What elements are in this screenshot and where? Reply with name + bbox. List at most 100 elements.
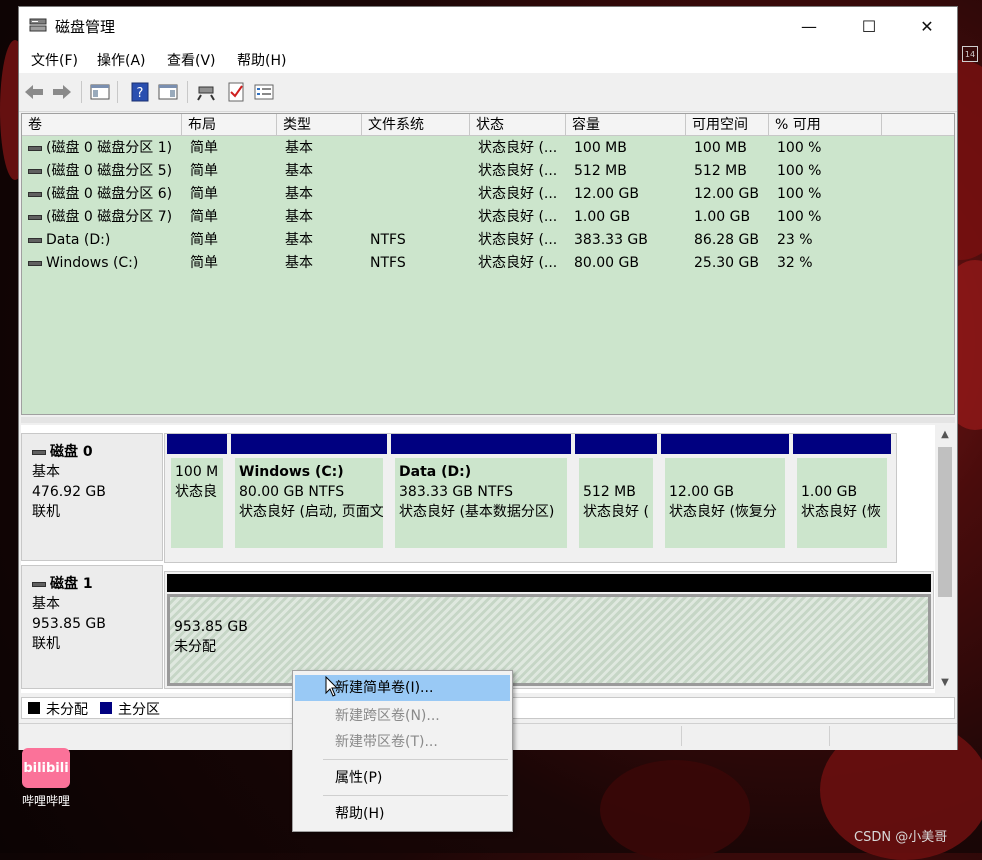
menu-help[interactable]: 帮助(H) (237, 50, 286, 70)
close-button[interactable]: ✕ (897, 7, 957, 45)
bilibili-app-label[interactable]: 哔哩哔哩 (22, 792, 70, 809)
unallocated-bar (167, 574, 931, 592)
cell-volume: Windows (C:) (28, 252, 180, 274)
volume-row[interactable]: (磁盘 0 磁盘分区 1) 简单 基本 状态良好 (... 100 MB 100… (22, 137, 952, 159)
scroll-up-icon[interactable]: ▲ (935, 425, 955, 445)
partition-block[interactable]: 12.00 GB 状态良好 (恢复分 (661, 434, 789, 562)
menu-view[interactable]: 查看(V) (167, 50, 216, 70)
cell-volume: (磁盘 0 磁盘分区 1) (28, 137, 180, 159)
unallocated-space[interactable]: 953.85 GB 未分配 (167, 594, 931, 686)
cell-percent-free: 100 % (777, 140, 822, 156)
window-title: 磁盘管理 (55, 18, 116, 36)
toolbar-separator (81, 81, 82, 103)
partition-body: Data (D:) 383.33 GB NTFS 状态良好 (基本数据分区) (395, 458, 567, 548)
drive-icon (28, 145, 42, 151)
maximize-button[interactable]: ☐ (839, 7, 899, 45)
disk-map: 磁盘 0 基本 476.92 GB 联机 100 M 状态良 Windows (… (21, 425, 935, 693)
primary-partition-bar (231, 434, 387, 454)
cell-layout: 简单 (190, 163, 218, 179)
column-type[interactable]: 类型 (277, 114, 362, 136)
menu-new-striped-volume[interactable]: 新建带区卷(T)... (295, 729, 510, 755)
csdn-watermark: CSDN @小美哥 (854, 830, 948, 845)
partition-block[interactable]: 100 M 状态良 (167, 434, 227, 562)
bilibili-app-icon[interactable]: bilibili (22, 748, 70, 788)
unallocated-swatch (28, 702, 40, 714)
forward-arrow-icon[interactable] (51, 81, 73, 103)
volume-row[interactable]: (磁盘 0 磁盘分区 7) 简单 基本 状态良好 (... 1.00 GB 1.… (22, 206, 952, 228)
volume-row[interactable]: (磁盘 0 磁盘分区 5) 简单 基本 状态良好 (... 512 MB 512… (22, 160, 952, 182)
column-free-space[interactable]: 可用空间 (686, 114, 769, 136)
cell-capacity: 512 MB (574, 163, 627, 179)
cell-status: 状态良好 (... (478, 140, 558, 156)
column-status[interactable]: 状态 (470, 114, 566, 136)
disk-1-partitions: 953.85 GB 未分配 (164, 571, 934, 689)
cell-layout: 简单 (190, 209, 218, 225)
partition-block[interactable]: 512 MB 状态良好 ( (575, 434, 657, 562)
close-icon: ✕ (920, 16, 934, 36)
cell-volume: (磁盘 0 磁盘分区 7) (28, 206, 180, 228)
title-bar[interactable]: 磁盘管理 — ☐ ✕ (19, 7, 957, 45)
cell-status: 状态良好 (... (478, 255, 558, 271)
menu-properties[interactable]: 属性(P) (295, 765, 510, 791)
menu-separator (323, 795, 508, 796)
disk-map-scrollbar[interactable]: ▲ ▼ (935, 425, 955, 693)
cell-capacity: 383.33 GB (574, 232, 648, 248)
partition-block[interactable]: Data (D:) 383.33 GB NTFS 状态良好 (基本数据分区) (391, 434, 571, 562)
primary-partition-bar (793, 434, 891, 454)
drive-icon (28, 168, 42, 174)
legend-unallocated-label: 未分配 (46, 702, 88, 718)
cell-capacity: 80.00 GB (574, 255, 639, 271)
action-pane-icon[interactable] (157, 81, 179, 103)
calendar-icon[interactable]: 14 (962, 46, 978, 62)
menu-file[interactable]: 文件(F) (31, 50, 78, 70)
drive-icon (28, 237, 42, 243)
column-layout[interactable]: 布局 (182, 114, 277, 136)
cell-filesystem: NTFS (370, 232, 406, 248)
cell-free-space: 100 MB (694, 140, 747, 156)
partition-body: 100 M 状态良 (171, 458, 223, 548)
volume-row[interactable]: Windows (C:) 简单 基本 NTFS 状态良好 (... 80.00 … (22, 252, 952, 274)
disk-1-label[interactable]: 磁盘 1 基本 953.85 GB 联机 (21, 565, 163, 689)
cell-layout: 简单 (190, 232, 218, 248)
unallocated-text: 953.85 GB 未分配 (174, 619, 248, 655)
drive-icon (28, 260, 42, 266)
disk-0-partitions: 100 M 状态良 Windows (C:) 80.00 GB NTFS 状态良… (164, 433, 897, 563)
connect-icon[interactable] (195, 81, 217, 103)
minimize-button[interactable]: — (779, 7, 839, 45)
disk-name: 磁盘 1 (50, 576, 93, 592)
partition-body: 12.00 GB 状态良好 (恢复分 (665, 458, 785, 548)
properties-list-icon[interactable] (253, 81, 275, 103)
toolbar-separator (187, 81, 188, 103)
checklist-icon[interactable] (225, 81, 247, 103)
menu-action[interactable]: 操作(A) (97, 50, 146, 70)
disk-0-label[interactable]: 磁盘 0 基本 476.92 GB 联机 (21, 433, 163, 561)
pane-splitter[interactable] (21, 417, 955, 423)
cell-free-space: 25.30 GB (694, 255, 759, 271)
column-filesystem[interactable]: 文件系统 (362, 114, 470, 136)
cell-free-space: 512 MB (694, 163, 747, 179)
menu-help-item[interactable]: 帮助(H) (295, 801, 510, 827)
column-volume[interactable]: 卷 (22, 114, 182, 136)
cell-type: 基本 (285, 140, 313, 156)
column-capacity[interactable]: 容量 (566, 114, 686, 136)
volume-list[interactable]: 卷 布局 类型 文件系统 状态 容量 可用空间 % 可用 (磁盘 0 磁盘分区 … (21, 113, 955, 415)
cell-type: 基本 (285, 186, 313, 202)
help-icon[interactable]: ? (129, 81, 151, 103)
scroll-down-icon[interactable]: ▼ (935, 673, 955, 693)
volume-row[interactable]: Data (D:) 简单 基本 NTFS 状态良好 (... 383.33 GB… (22, 229, 952, 251)
disk-status: 联机 (32, 504, 60, 520)
column-percent-free[interactable]: % 可用 (769, 114, 882, 136)
cell-status: 状态良好 (... (478, 209, 558, 225)
disk-type: 基本 (32, 464, 60, 480)
partition-block[interactable]: 1.00 GB 状态良好 (恢 (793, 434, 891, 562)
primary-partition-bar (167, 434, 227, 454)
back-arrow-icon[interactable] (23, 81, 45, 103)
scroll-thumb[interactable] (938, 447, 952, 597)
console-tree-icon[interactable] (89, 81, 111, 103)
cell-layout: 简单 (190, 140, 218, 156)
mouse-cursor-icon (325, 676, 339, 697)
legend-primary-label: 主分区 (118, 702, 160, 718)
volume-row[interactable]: (磁盘 0 磁盘分区 6) 简单 基本 状态良好 (... 12.00 GB 1… (22, 183, 952, 205)
menu-new-spanned-volume[interactable]: 新建跨区卷(N)... (295, 703, 510, 729)
partition-block[interactable]: Windows (C:) 80.00 GB NTFS 状态良好 (启动, 页面文 (231, 434, 387, 562)
